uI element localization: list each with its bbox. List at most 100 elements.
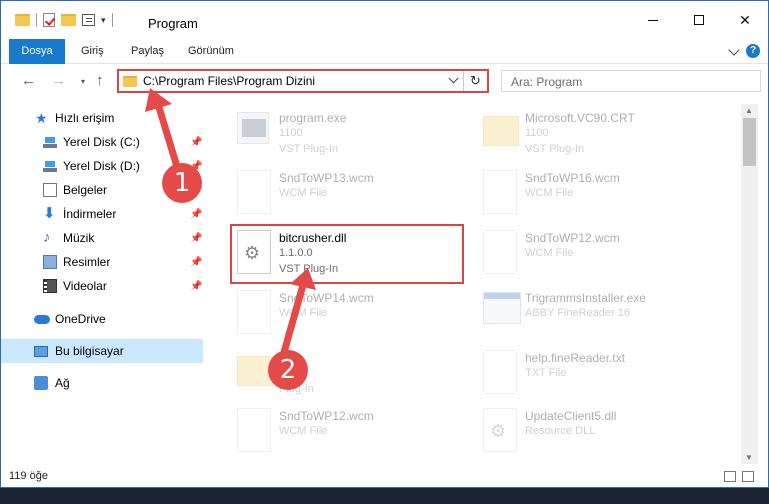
file-name: Microsoft.VC90.CRT (525, 111, 635, 125)
tab-file[interactable]: Dosya (9, 39, 65, 64)
pictures-icon (43, 255, 57, 269)
folder-icon (483, 116, 519, 146)
file-name: SndToWP12.wcm (525, 231, 620, 245)
sidebar-item-pictures[interactable]: Resimler 📌 (1, 250, 203, 274)
sidebar-item-label: Resimler (63, 255, 111, 269)
separator (36, 13, 37, 27)
file-item[interactable]: program.exe 1100 VST Plug-In (231, 106, 481, 162)
sidebar-item-videos[interactable]: Videolar 📌 (1, 274, 203, 298)
tab-share[interactable]: Paylaş (131, 39, 164, 64)
details-view-icon[interactable] (724, 471, 736, 482)
maximize-button[interactable] (676, 1, 722, 39)
file-type: WCM File (279, 307, 328, 319)
highlight-box (230, 224, 464, 284)
pin-icon: 📌 (190, 280, 203, 292)
file-icon (237, 290, 271, 334)
file-item[interactable]: TrigrammsInstaller.exe ABBY FineReader 1… (477, 286, 727, 342)
file-item[interactable]: SndToWP16.wcm WCM File (477, 166, 727, 222)
maximize-icon (694, 15, 704, 25)
network-icon (34, 376, 48, 390)
file-name: SndToWP14.wcm (279, 291, 374, 305)
videos-icon (43, 279, 57, 293)
sidebar-item-music[interactable]: ♪ Müzik 📌 (1, 226, 203, 250)
explorer-window: ▾ Program ✕ Dosya Giriş Paylaş Görünüm ?… (0, 0, 769, 488)
refresh-button[interactable]: ↻ (463, 71, 487, 91)
expand-ribbon-chevron-icon[interactable] (728, 44, 740, 56)
close-button[interactable]: ✕ (722, 1, 768, 39)
minimize-icon (648, 19, 658, 21)
sidebar-item-local-disk-c[interactable]: Yerel Disk (C:) 📌 (1, 130, 203, 154)
tab-home[interactable]: Giriş (81, 39, 104, 64)
scroll-down-icon[interactable]: ▼ (745, 453, 753, 462)
star-icon: ★ (35, 110, 48, 126)
navigation-pane: ★ Hızlı erişim Yerel Disk (C:) 📌 Yerel D… (1, 104, 211, 464)
file-description: VST Plug-In (279, 143, 339, 155)
forward-button[interactable]: → (51, 72, 66, 89)
file-icon (483, 170, 517, 214)
file-item[interactable]: UpdateClient5.dll Resource DLL (477, 404, 727, 460)
customize-toolbar-chevron-icon[interactable]: ▾ (101, 15, 106, 26)
file-type: WCM File (525, 187, 574, 199)
dll-file-icon (483, 408, 517, 452)
file-name: UpdateClient5.dll (525, 409, 617, 423)
back-button[interactable]: ← (21, 72, 36, 89)
recent-locations-chevron-icon[interactable]: ▾ (81, 77, 85, 86)
file-name: SndToWP13.wcm (279, 171, 374, 185)
ribbon: Dosya Giriş Paylaş Görünüm ? (1, 39, 768, 64)
file-list: program.exe 1100 VST Plug-In Microsoft.V… (211, 104, 741, 464)
status-bar: 119 öğe (1, 466, 768, 487)
help-icon[interactable]: ? (746, 44, 760, 58)
sidebar-item-label: Yerel Disk (D:) (63, 159, 140, 173)
scroll-up-icon[interactable]: ▲ (745, 106, 753, 115)
close-icon: ✕ (739, 11, 751, 28)
large-icons-view-icon[interactable] (742, 471, 754, 482)
new-folder-icon[interactable] (61, 14, 76, 26)
file-icon (483, 230, 517, 274)
sidebar-item-quick-access[interactable]: ★ Hızlı erişim (1, 106, 203, 130)
search-input[interactable]: Ara: Program (501, 70, 761, 92)
sidebar-item-label: Bu bilgisayar (55, 344, 124, 358)
tab-view[interactable]: Görünüm (188, 39, 234, 64)
file-type: ABBY FineReader 16 (525, 307, 630, 319)
file-item[interactable]: SndToWP14.wcm WCM File (231, 286, 481, 342)
sidebar-item-label: Yerel Disk (C:) (63, 135, 140, 149)
application-icon (483, 292, 521, 324)
file-item[interactable]: SndToWP13.wcm WCM File (231, 166, 481, 222)
sidebar-item-downloads[interactable]: ⬇ İndirmeler 📌 (1, 202, 203, 226)
sidebar-item-label: Hızlı erişim (55, 111, 115, 125)
minimize-button[interactable] (630, 1, 676, 39)
computer-icon (34, 345, 48, 357)
properties-icon[interactable] (43, 13, 55, 27)
file-item[interactable]: Microsoft.VC90.CRT 1100 VST Plug-In (477, 106, 727, 162)
address-bar[interactable]: C:\Program Files\Program Dizini ↻ (117, 69, 489, 93)
pin-icon: 📌 (190, 208, 203, 220)
file-item[interactable]: SndToWP12.wcm WCM File (477, 226, 727, 282)
file-icon (237, 170, 271, 214)
file-item[interactable]: help.fineReader.txt TXT File (477, 346, 727, 402)
file-type: 1100 (279, 127, 303, 139)
file-icon (237, 408, 271, 452)
annotation-step-1: 1 (162, 163, 202, 203)
address-history-chevron-icon[interactable] (448, 73, 459, 84)
address-path[interactable]: C:\Program Files\Program Dizini (143, 74, 315, 88)
file-type: WCM File (279, 187, 328, 199)
sidebar-item-this-pc[interactable]: Bu bilgisayar (1, 339, 203, 363)
up-button[interactable]: ↑ (96, 72, 104, 89)
quick-access-toolbar: ▾ (15, 13, 113, 27)
sidebar-item-network[interactable]: Ağ (1, 371, 203, 395)
file-type: TXT File (525, 367, 567, 379)
sidebar-item-label: İndirmeler (63, 207, 117, 221)
scrollbar-thumb[interactable] (743, 118, 756, 166)
cloud-icon (34, 314, 50, 324)
disk-icon (43, 135, 57, 149)
view-options-icon[interactable] (82, 14, 95, 26)
vertical-scrollbar[interactable]: ▲ ▼ (741, 104, 758, 464)
sidebar-item-label: Ağ (55, 376, 70, 390)
file-name: help.fineReader.txt (525, 351, 626, 365)
file-name: program.exe (279, 111, 347, 125)
file-item[interactable]: SndToWP12.wcm WCM File (231, 404, 481, 460)
sidebar-item-label: Videolar (63, 279, 107, 293)
window-controls: ✕ (630, 1, 768, 39)
sidebar-item-onedrive[interactable]: OneDrive (1, 307, 203, 331)
file-name: SndToWP12.wcm (279, 409, 374, 423)
